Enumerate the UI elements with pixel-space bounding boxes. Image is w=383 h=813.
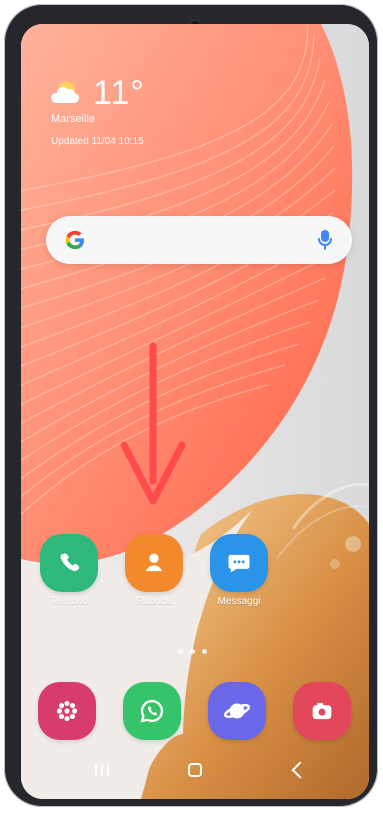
home-icon[interactable] — [180, 759, 210, 781]
google-icon — [65, 230, 84, 250]
mic-icon[interactable] — [316, 229, 334, 251]
messages-app-label: Messaggi — [217, 596, 261, 607]
messages-app[interactable]: Messaggi — [197, 534, 281, 607]
partly-cloudy-icon — [51, 79, 85, 107]
recent-apps-icon[interactable] — [87, 759, 117, 781]
dock-app-camera[interactable] — [280, 682, 364, 740]
dock-app-browser[interactable] — [195, 682, 279, 740]
phone-frame: 11° Marseille Updated 11/04 10:15 Telefo… — [4, 4, 378, 807]
weather-main: 11° — [51, 76, 145, 110]
phone-icon[interactable] — [40, 534, 98, 592]
home-screen: 11° Marseille Updated 11/04 10:15 Telefo… — [21, 24, 369, 799]
weather-location: Marseille — [51, 113, 96, 125]
flower-icon[interactable] — [38, 682, 96, 740]
weather-updated: Updated 11/04 10:15 — [51, 136, 144, 148]
page-indicator — [178, 649, 207, 654]
navigation-bar — [21, 753, 369, 787]
phone-app[interactable]: Telefono — [27, 534, 111, 607]
google-search-bar[interactable] — [46, 216, 352, 264]
weather-widget[interactable]: 11° Marseille Updated 11/04 10:15 — [51, 76, 145, 148]
contacts-icon[interactable] — [125, 534, 183, 592]
page-dot — [190, 649, 195, 654]
weather-temperature: 11° — [93, 74, 145, 112]
contacts-app[interactable]: Rubrica — [112, 534, 196, 607]
phone-app-label: Telefono — [50, 596, 88, 607]
dock-app-whatsapp[interactable] — [110, 682, 194, 740]
page-dot — [178, 649, 183, 654]
contacts-app-label: Rubrica — [136, 596, 172, 607]
back-icon[interactable] — [283, 759, 313, 781]
page-dot — [202, 649, 207, 654]
camera-icon[interactable] — [293, 682, 351, 740]
messages-icon[interactable] — [210, 534, 268, 592]
dock-app-flower[interactable] — [25, 682, 109, 740]
red-arrow-annotation — [120, 342, 186, 505]
whatsapp-icon[interactable] — [123, 682, 181, 740]
browser-icon[interactable] — [208, 682, 266, 740]
